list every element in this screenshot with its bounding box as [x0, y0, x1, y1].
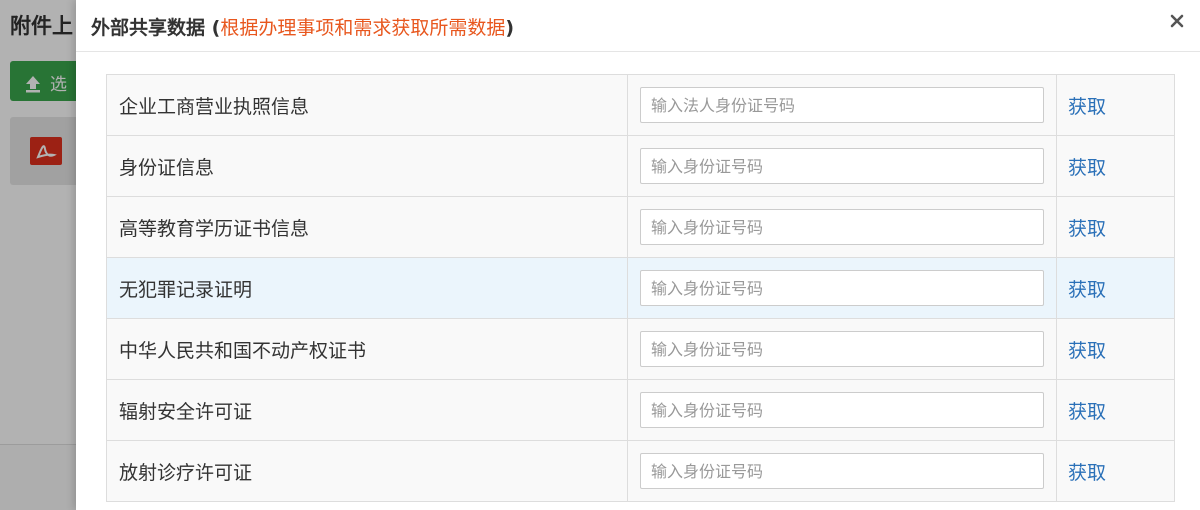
id-number-input[interactable]	[640, 331, 1044, 367]
table-row: 企业工商营业执照信息 获取	[106, 74, 1175, 136]
close-icon[interactable]	[1166, 10, 1188, 32]
id-number-cell	[627, 135, 1057, 197]
fetch-link[interactable]: 获取	[1068, 218, 1106, 240]
data-item-name: 高等教育学历证书信息	[106, 196, 628, 258]
id-number-cell	[627, 379, 1057, 441]
id-number-cell	[627, 196, 1057, 258]
id-number-cell	[627, 318, 1057, 380]
action-cell: 获取	[1056, 440, 1175, 502]
id-number-cell	[627, 257, 1057, 319]
data-item-name: 身份证信息	[106, 135, 628, 197]
modal-title-hint: (根据办理事项和需求获取所需数据)	[211, 17, 515, 39]
data-item-name: 放射诊疗许可证	[106, 440, 628, 502]
id-number-input[interactable]	[640, 392, 1044, 428]
table-row: 高等教育学历证书信息 获取	[106, 196, 1175, 258]
id-number-cell	[627, 440, 1057, 502]
action-cell: 获取	[1056, 74, 1175, 136]
fetch-link[interactable]: 获取	[1068, 462, 1106, 484]
action-cell: 获取	[1056, 379, 1175, 441]
data-item-name: 辐射安全许可证	[106, 379, 628, 441]
modal-title: 外部共享数据 (根据办理事项和需求获取所需数据)	[91, 13, 514, 40]
table-row: 放射诊疗许可证 获取	[106, 440, 1175, 502]
action-cell: 获取	[1056, 257, 1175, 319]
id-number-input[interactable]	[640, 209, 1044, 245]
action-cell: 获取	[1056, 196, 1175, 258]
id-number-input[interactable]	[640, 453, 1044, 489]
id-number-input[interactable]	[640, 87, 1044, 123]
modal-header: 外部共享数据 (根据办理事项和需求获取所需数据)	[76, 0, 1200, 52]
table-row: 中华人民共和国不动产权证书 获取	[106, 318, 1175, 380]
id-number-input[interactable]	[640, 270, 1044, 306]
data-item-name: 中华人民共和国不动产权证书	[106, 318, 628, 380]
table-row: 辐射安全许可证 获取	[106, 379, 1175, 441]
id-number-input[interactable]	[640, 148, 1044, 184]
id-number-cell	[627, 74, 1057, 136]
data-item-name: 企业工商营业执照信息	[106, 74, 628, 136]
external-data-modal: 外部共享数据 (根据办理事项和需求获取所需数据) 企业工商营业执照信息获取身份证…	[76, 0, 1200, 510]
shared-data-table: 企业工商营业执照信息获取身份证信息获取高等教育学历证书信息获取无犯罪记录证明获取…	[106, 74, 1175, 502]
fetch-link[interactable]: 获取	[1068, 157, 1106, 179]
modal-title-text: 外部共享数据	[91, 17, 206, 39]
fetch-link[interactable]: 获取	[1068, 96, 1106, 118]
fetch-link[interactable]: 获取	[1068, 279, 1106, 301]
fetch-link[interactable]: 获取	[1068, 340, 1106, 362]
data-item-name: 无犯罪记录证明	[106, 257, 628, 319]
fetch-link[interactable]: 获取	[1068, 401, 1106, 423]
action-cell: 获取	[1056, 318, 1175, 380]
action-cell: 获取	[1056, 135, 1175, 197]
table-row: 无犯罪记录证明 获取	[106, 257, 1175, 319]
table-row: 身份证信息 获取	[106, 135, 1175, 197]
